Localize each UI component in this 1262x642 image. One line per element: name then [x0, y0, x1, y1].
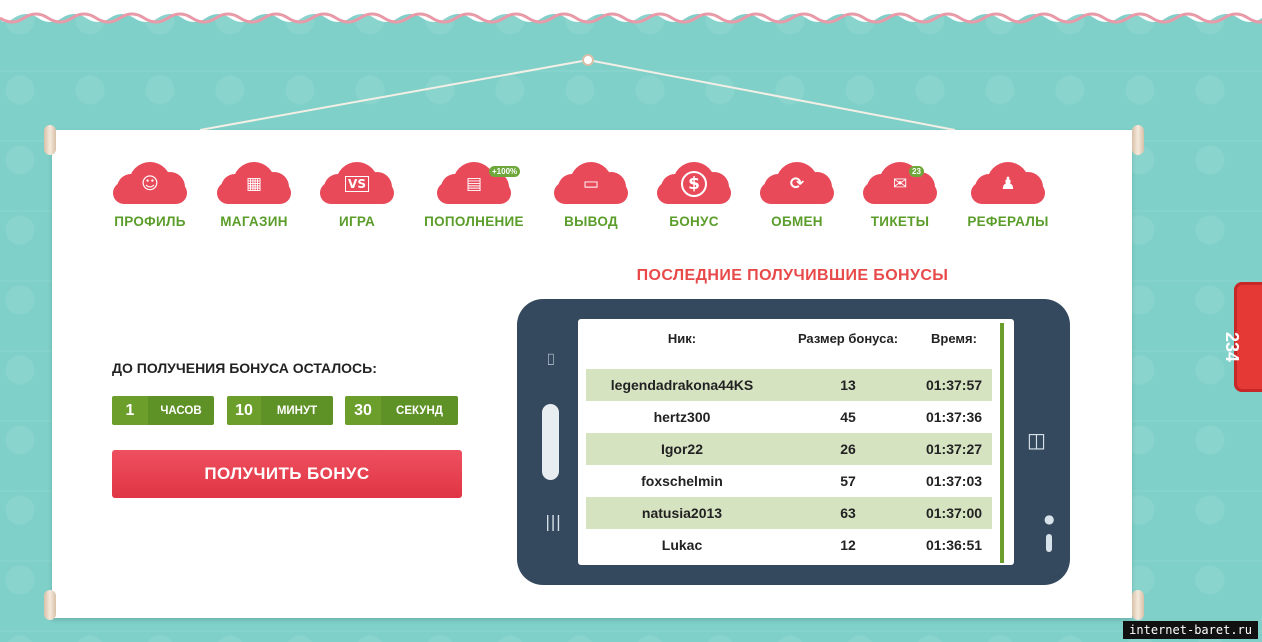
banner-roll-top-right [1132, 125, 1144, 155]
exchange-icon: ⟳ [789, 174, 805, 194]
table-row: foxschelmin 57 01:37:03 [586, 465, 992, 497]
nav-label-exchange: ОБМЕН [771, 214, 823, 229]
nav-item-deposit[interactable]: ▤ +100% ПОПОЛНЕНИЕ [419, 160, 529, 229]
timer-seconds-value: 30 [345, 396, 381, 425]
timer-minutes-label: МИНУТ [261, 396, 333, 425]
nav-label-withdraw: ВЫВОД [564, 214, 618, 229]
table-scrollbar[interactable] [1000, 323, 1004, 563]
table-row: natusia2013 63 01:37:00 [586, 497, 992, 529]
row-nick: Igor22 [660, 441, 703, 457]
phone-sensor-icon: ● [1044, 512, 1055, 526]
header-nick: Ник: [667, 331, 697, 346]
recent-bonuses-title: ПОСЛЕДНИЕ ПОЛУЧИВШИЕ БОНУСЫ [636, 267, 949, 284]
row-nick: legendadrakona44KS [610, 377, 754, 393]
deposit-badge: +100% [489, 166, 521, 177]
nav-label-bonus: БОНУС [669, 214, 719, 229]
watermark: internet-baret.ru [1123, 621, 1258, 639]
row-amount: 13 [840, 377, 856, 393]
row-time: 01:37:57 [925, 377, 983, 393]
row-amount: 57 [840, 473, 856, 489]
banner-roll-bottom-right [1132, 590, 1144, 620]
nav-item-tickets[interactable]: ✉ 23 ТИКЕТЫ [845, 160, 955, 229]
nav-label-profile: ПРОФИЛЬ [114, 214, 186, 229]
row-time: 01:37:36 [925, 409, 983, 425]
envelope-icon: ✉ [892, 174, 908, 194]
nav-label-deposit: ПОПОЛНЕНИЕ [424, 214, 524, 229]
nav-label-tickets: ТИКЕТЫ [870, 214, 930, 229]
get-bonus-button[interactable]: ПОЛУЧИТЬ БОНУС [112, 450, 462, 498]
phone-button-icon [1046, 534, 1052, 552]
timer-minutes: 10 МИНУТ [227, 396, 333, 425]
table-row: hertz300 45 01:37:36 [586, 401, 992, 433]
row-nick: Lukac [661, 537, 703, 553]
table-header: Ник: Размер бонуса: Время: [578, 319, 1000, 357]
header-amount: Размер бонуса: [797, 331, 899, 346]
deposit-icon: ▤ [465, 174, 483, 194]
phone-camera-icon: ⌷ [546, 350, 556, 369]
table-row: legendadrakona44KS 13 01:37:57 [586, 369, 992, 401]
nav-item-bonus[interactable]: $ БОНУС [639, 160, 749, 229]
nav-item-exchange[interactable]: ⟳ ОБМЕН [742, 160, 852, 229]
timer-seconds-label: СЕКУНД [381, 396, 458, 425]
timer-title: ДО ПОЛУЧЕНИЯ БОНУСА ОСТАЛОСЬ: [112, 360, 377, 376]
phone-menu-icon: ||| [545, 512, 562, 531]
table-row: Igor22 26 01:37:27 [586, 433, 992, 465]
recent-bonuses-table: Ник: Размер бонуса: Время: legendadrakon… [578, 319, 1014, 565]
row-nick: foxschelmin [641, 473, 723, 489]
dollar-icon: $ [681, 171, 707, 197]
row-time: 01:37:27 [925, 441, 983, 457]
phone-speaker-icon: ◫ [1027, 428, 1046, 452]
row-time: 01:36:51 [925, 537, 983, 553]
row-nick: hertz300 [653, 409, 711, 425]
nav-item-profile[interactable]: ☺ ПРОФИЛЬ [95, 160, 205, 229]
row-amount: 45 [840, 409, 856, 425]
side-online-tab[interactable]: 234 [1222, 282, 1262, 392]
tickets-badge: 23 [909, 166, 924, 177]
row-time: 01:37:00 [925, 505, 983, 521]
row-amount: 12 [840, 537, 856, 553]
main-nav: ☺ ПРОФИЛЬ ▦ МАГАЗИН VS ИГРА ▤ +100% ПОПО… [105, 160, 1065, 235]
row-amount: 26 [840, 441, 856, 457]
timer-seconds: 30 СЕКУНД [345, 396, 458, 425]
timer-hours-value: 1 [112, 396, 148, 425]
side-tab-count: 234 [1222, 332, 1242, 363]
row-time: 01:37:03 [925, 473, 983, 489]
wallet-icon: ▭ [582, 174, 600, 194]
nav-item-shop[interactable]: ▦ МАГАЗИН [199, 160, 309, 229]
shop-icon: ▦ [245, 174, 263, 194]
nav-label-referrals: РЕФЕРАЛЫ [967, 214, 1049, 229]
banner-roll-top-left [44, 125, 56, 155]
nav-item-referrals[interactable]: ♟ РЕФЕРАЛЫ [953, 160, 1063, 229]
nav-label-game: ИГРА [338, 214, 376, 229]
user-icon: ♟ [1000, 174, 1016, 194]
profile-icon: ☺ [141, 174, 159, 194]
table-row: Lukac 12 01:36:51 [586, 529, 992, 561]
banner-roll-bottom-left [44, 590, 56, 620]
timer-minutes-value: 10 [227, 396, 261, 425]
row-amount: 63 [840, 505, 856, 521]
game-icon: VS [345, 176, 369, 192]
header-time: Время: [931, 331, 977, 346]
nav-item-withdraw[interactable]: ▭ ВЫВОД [536, 160, 646, 229]
nav-item-game[interactable]: VS ИГРА [302, 160, 412, 229]
nav-label-shop: МАГАЗИН [220, 214, 288, 229]
phone-home-pill [542, 404, 559, 480]
table-rows: legendadrakona44KS 13 01:37:57 hertz300 … [586, 369, 992, 561]
timer-hours: 1 ЧАСОВ [112, 396, 214, 425]
banner-hanger-strings [199, 54, 956, 131]
timer-hours-label: ЧАСОВ [148, 396, 214, 425]
row-nick: natusia2013 [641, 505, 723, 521]
